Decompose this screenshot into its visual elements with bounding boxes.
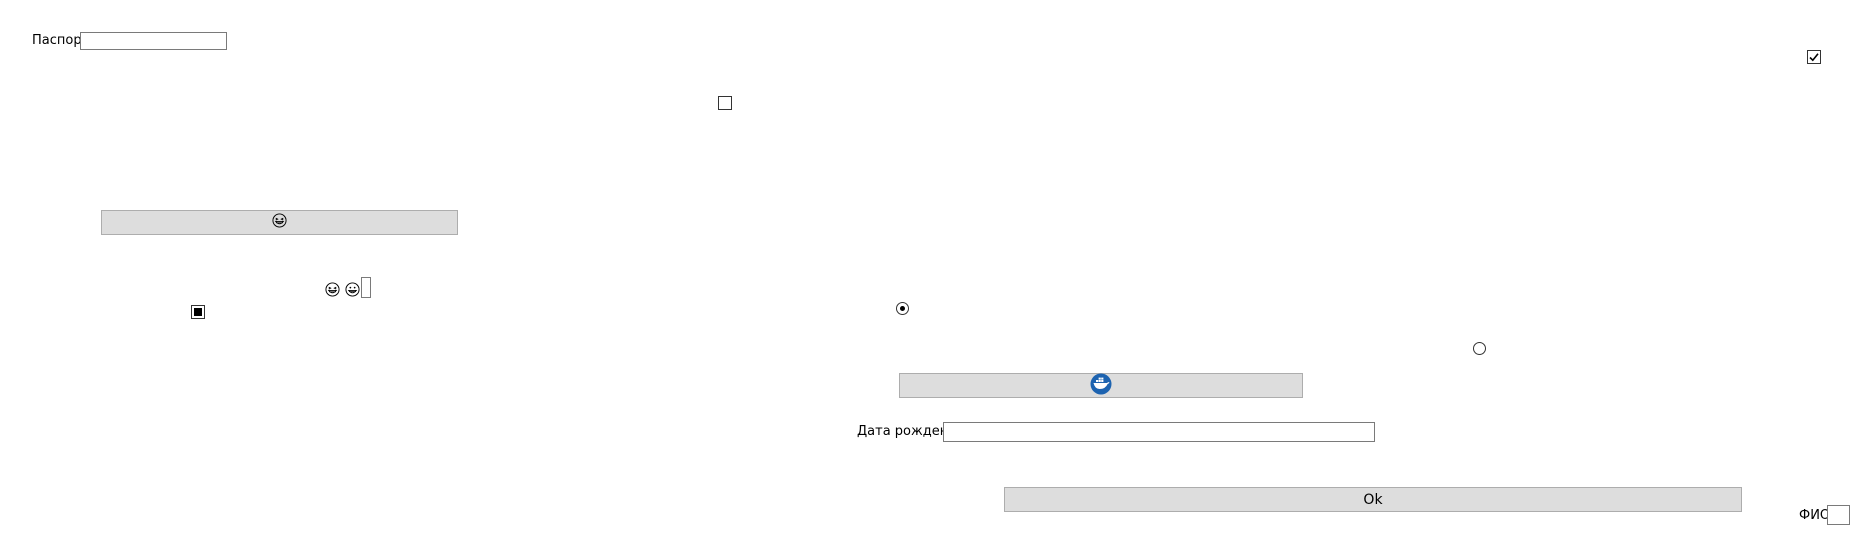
checkbox-middle[interactable] xyxy=(718,96,732,110)
image-button[interactable] xyxy=(899,373,1303,398)
ok-button[interactable]: Ok xyxy=(1004,487,1742,512)
checkmark-icon xyxy=(1808,51,1820,63)
docker-whale-logo-icon xyxy=(1090,373,1112,399)
grinning-squint-face-icon xyxy=(272,213,287,232)
fio-label: ФИО xyxy=(1799,508,1831,523)
indeterminate-mark-icon xyxy=(192,306,204,318)
birth-date-input[interactable] xyxy=(943,422,1375,442)
fio-input[interactable] xyxy=(1827,505,1850,525)
grinning-squint-face-icon xyxy=(324,281,340,297)
radio-selected-dot xyxy=(900,306,905,311)
radio-first[interactable] xyxy=(896,302,909,315)
checkbox-top-right[interactable] xyxy=(1807,50,1821,64)
small-input[interactable] xyxy=(361,277,371,298)
emoji-button[interactable] xyxy=(101,210,458,235)
passport-input[interactable] xyxy=(80,32,227,50)
radio-second[interactable] xyxy=(1473,342,1486,355)
grinning-face-icon xyxy=(344,281,360,297)
checkbox-indeterminate[interactable] xyxy=(191,305,205,319)
